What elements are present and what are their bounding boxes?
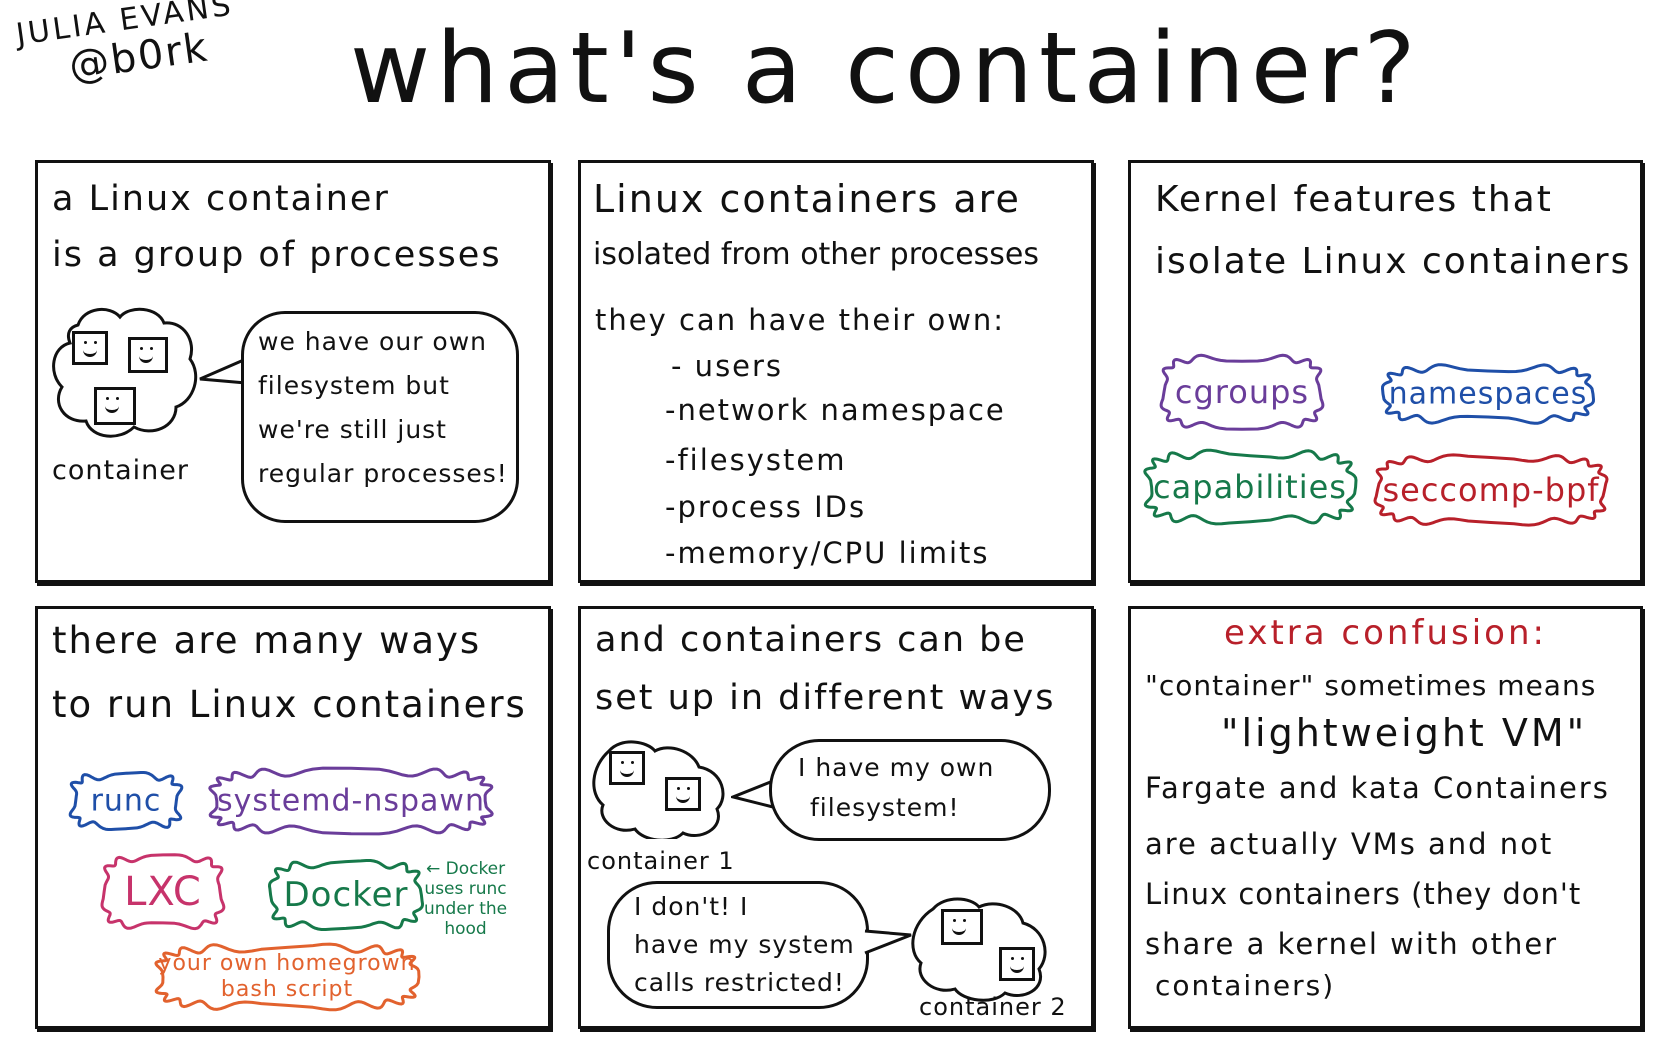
process-face-icon [665,777,701,811]
bubble-line: filesystem! [810,793,960,822]
process-face-icon [72,331,108,365]
list-item: -network namespace [665,393,1006,427]
panel-heading: and containers can be set up in differen… [595,611,1056,727]
bubble-line: filesystem but [258,371,450,400]
bubble-line: calls restricted! [634,968,845,997]
panel-heading: Kernel features that isolate Linux conta… [1155,169,1631,293]
speech-bubble-container1: I have my own filesystem! [769,739,1051,841]
confusion-line: Fargate and kata Containers [1145,771,1610,805]
bubble-tail-icon [864,929,912,955]
container1-label: container 1 [587,847,735,875]
speech-bubble: we have our own filesystem but we're sti… [241,311,519,523]
list-item: -process IDs [665,490,867,524]
heading-line: and containers can be [595,620,1027,660]
runtime-runc: runc [66,769,186,833]
feature-label: namespaces [1388,376,1588,412]
panel-group-of-processes: a Linux container is a group of processe… [35,160,551,583]
runtime-label-line: your own homegrown [158,951,416,976]
panel-extra-confusion: extra confusion: "container" sometimes m… [1128,606,1643,1029]
heading-line: Linux containers are [593,177,1021,221]
bubble-line: regular processes! [258,459,508,488]
feature-seccomp-bpf: seccomp-bpf [1371,451,1611,529]
runtime-docker: Docker [266,857,426,933]
bubble-line: I don't! I [634,892,749,921]
speech-bubble-container2: I don't! I have my system calls restrict… [607,881,869,1009]
feature-label: capabilities [1153,468,1347,506]
feature-label: cgroups [1174,373,1310,411]
heading-line: a Linux container [52,179,390,219]
panel-heading: Linux containers are isolated from other… [593,171,1039,283]
feature-cgroups: cgroups [1157,351,1327,433]
heading-line: isolated from other processes [593,237,1040,272]
runtime-label: LXC [124,869,202,915]
feature-label: seccomp-bpf [1382,471,1600,509]
heading-line: to run Linux containers [52,683,527,726]
heading-line: there are many ways [52,619,482,662]
feature-namespaces: namespaces [1379,361,1597,427]
container2-label: container 2 [919,993,1067,1021]
container-label: container [52,455,189,486]
confusion-line: "lightweight VM" [1221,711,1588,755]
docker-note: ← Docker uses runc under the hood [424,859,507,939]
runtime-label: systemd-nspawn [217,783,485,819]
list-intro: they can have their own: [595,303,1006,337]
list-item: - users [671,349,784,383]
note-line: uses runc [424,879,507,899]
runtime-label: your own homegrown bash script [152,951,422,1003]
runtime-systemd-nspawn: systemd-nspawn [206,765,496,837]
heading-line: Kernel features that [1155,179,1553,220]
note-line: ← Docker [425,859,506,879]
panel-isolated: Linux containers are isolated from other… [578,160,1094,583]
bubble-line: we're still just [258,415,447,444]
confusion-line: are actually VMs and not [1145,827,1554,861]
bubble-line: we have our own [258,327,488,356]
panel-ways-to-run: there are many ways to run Linux contain… [35,606,551,1029]
runtime-label: runc [90,783,162,819]
list-item: -memory/CPU limits [665,536,990,570]
page-title: what's a container? [350,12,1422,126]
confusion-line: Linux containers (they don't [1145,877,1582,911]
feature-capabilities: capabilities [1141,447,1359,527]
bubble-line: I have my own [798,753,995,782]
runtime-lxc: LXC [98,851,228,933]
heading-line: isolate Linux containers [1155,241,1632,282]
confusion-line: share a kernel with other [1145,927,1559,961]
container1-cloud [589,737,729,842]
note-line: hood [444,919,487,939]
confusion-line: "container" sometimes means [1145,669,1597,702]
panel-heading: a Linux container is a group of processe… [52,171,502,283]
list-item: -filesystem [665,443,847,477]
bubble-line: have my system [634,930,855,959]
heading-line: is a group of processes [52,235,502,275]
runtime-label-line: bash script [220,977,354,1002]
note-line: under the [424,899,508,919]
container2-cloud [907,893,1053,1003]
confusion-line: containers) [1155,969,1336,1002]
extra-confusion-title: extra confusion: [1224,613,1547,653]
panel-heading: there are many ways to run Linux contain… [52,609,527,737]
process-face-icon [94,387,136,425]
process-face-icon [609,751,645,785]
author-signature: JULIA EVANS @b0rk [14,0,242,96]
process-face-icon [941,909,983,945]
heading-line: set up in different ways [595,678,1056,718]
process-face-icon [999,947,1035,981]
panel-kernel-features: Kernel features that isolate Linux conta… [1128,160,1643,583]
panel-set-up-differently: and containers can be set up in differen… [578,606,1094,1029]
runtime-label: Docker [283,875,409,915]
runtime-bash-script: your own homegrown bash script [152,941,422,1013]
container-cloud [48,303,198,443]
process-face-icon [128,337,168,373]
